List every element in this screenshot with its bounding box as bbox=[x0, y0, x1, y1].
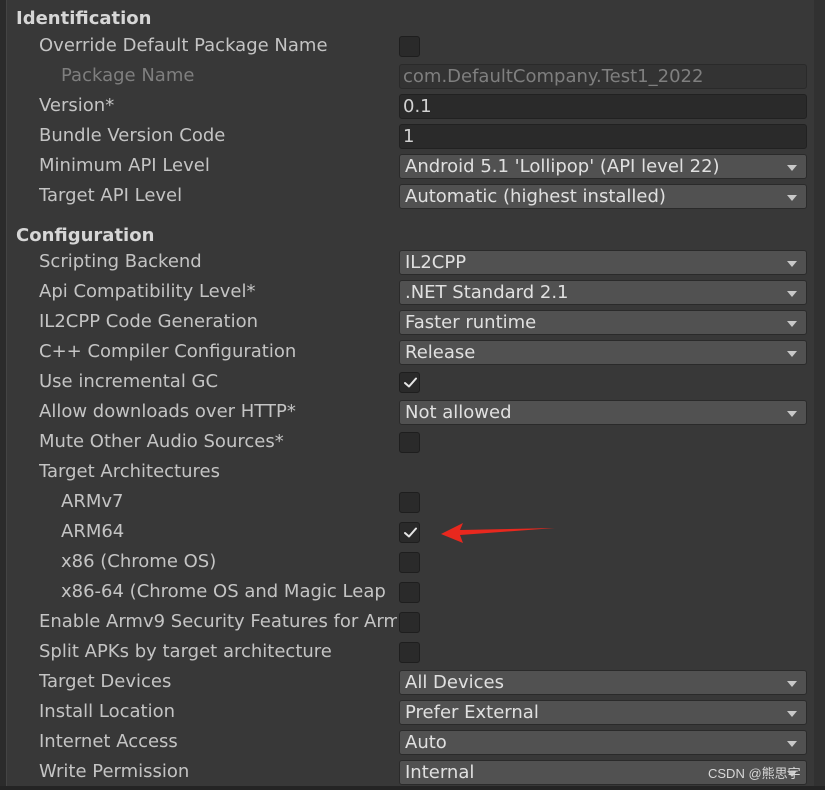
version-label: Version* bbox=[39, 95, 115, 116]
bundle-version-code-label: Bundle Version Code bbox=[39, 125, 226, 146]
split-apks-checkbox[interactable] bbox=[399, 642, 420, 663]
chevron-down-icon bbox=[787, 411, 797, 417]
internet-access-row: Internet Access Auto bbox=[0, 727, 814, 757]
identification-header[interactable]: Identification bbox=[16, 8, 152, 30]
install-location-label: Install Location bbox=[39, 701, 176, 722]
armv7-checkbox[interactable] bbox=[399, 492, 420, 513]
override-default-package-name-label: Override Default Package Name bbox=[39, 35, 328, 56]
scripting-backend-label: Scripting Backend bbox=[39, 251, 202, 272]
chevron-down-icon bbox=[787, 321, 797, 327]
target-architectures-label: Target Architectures bbox=[39, 461, 220, 482]
write-permission-row: Write Permission Internal bbox=[0, 757, 814, 787]
scripting-backend-value: IL2CPP bbox=[405, 252, 467, 273]
install-location-value: Prefer External bbox=[405, 702, 539, 723]
cpp-compiler-configuration-dropdown[interactable]: Release bbox=[399, 340, 807, 365]
allow-downloads-over-http-label: Allow downloads over HTTP* bbox=[39, 401, 296, 422]
checkmark-icon bbox=[404, 377, 417, 388]
mute-other-audio-sources-label: Mute Other Audio Sources* bbox=[39, 431, 284, 452]
arm64-row: ARM64 bbox=[0, 517, 814, 547]
scripting-backend-dropdown[interactable]: IL2CPP bbox=[399, 250, 807, 275]
use-incremental-gc-checkbox[interactable] bbox=[399, 372, 420, 393]
use-incremental-gc-label: Use incremental GC bbox=[39, 371, 219, 392]
package-name-field: com.DefaultCompany.Test1_2022 bbox=[399, 64, 807, 89]
chevron-down-icon bbox=[787, 681, 797, 687]
target-devices-label: Target Devices bbox=[39, 671, 172, 692]
version-row: Version* 0.1 bbox=[0, 91, 814, 121]
internet-access-value: Auto bbox=[405, 732, 447, 753]
internet-access-dropdown[interactable]: Auto bbox=[399, 730, 807, 755]
chevron-down-icon bbox=[787, 261, 797, 267]
scrollbar-track[interactable] bbox=[814, 0, 825, 790]
target-api-level-row: Target API Level Automatic (highest inst… bbox=[0, 181, 814, 211]
x86-64-checkbox[interactable] bbox=[399, 582, 420, 603]
x86-checkbox[interactable] bbox=[399, 552, 420, 573]
arm64-checkbox[interactable] bbox=[399, 522, 420, 543]
arm64-label: ARM64 bbox=[61, 521, 125, 542]
split-apks-label: Split APKs by target architecture bbox=[39, 641, 332, 662]
x86-64-label: x86-64 (Chrome OS and Magic Leap bbox=[61, 581, 386, 602]
api-compatibility-level-row: Api Compatibility Level* .NET Standard 2… bbox=[0, 277, 814, 307]
cpp-compiler-configuration-row: C++ Compiler Configuration Release bbox=[0, 337, 814, 367]
il2cpp-code-generation-label: IL2CPP Code Generation bbox=[39, 311, 259, 332]
use-incremental-gc-row: Use incremental GC bbox=[0, 367, 814, 397]
version-field[interactable]: 0.1 bbox=[399, 94, 807, 119]
minimum-api-level-label: Minimum API Level bbox=[39, 155, 210, 176]
chevron-down-icon bbox=[787, 195, 797, 201]
api-compatibility-level-value: .NET Standard 2.1 bbox=[405, 282, 569, 303]
target-architectures-row: Target Architectures bbox=[0, 457, 814, 487]
package-name-row: Package Name com.DefaultCompany.Test1_20… bbox=[0, 61, 814, 91]
il2cpp-code-generation-value: Faster runtime bbox=[405, 312, 537, 333]
bundle-version-code-field[interactable]: 1 bbox=[399, 124, 807, 149]
target-api-level-value: Automatic (highest installed) bbox=[405, 186, 666, 207]
configuration-header[interactable]: Configuration bbox=[16, 225, 154, 247]
x86-64-row: x86-64 (Chrome OS and Magic Leap bbox=[0, 577, 814, 607]
package-name-label: Package Name bbox=[61, 65, 195, 86]
cpp-compiler-configuration-value: Release bbox=[405, 342, 476, 363]
scripting-backend-row: Scripting Backend IL2CPP bbox=[0, 247, 814, 277]
il2cpp-code-generation-row: IL2CPP Code Generation Faster runtime bbox=[0, 307, 814, 337]
internet-access-label: Internet Access bbox=[39, 731, 178, 752]
enable-armv9-security-row: Enable Armv9 Security Features for Arm bbox=[0, 607, 814, 637]
write-permission-label: Write Permission bbox=[39, 761, 190, 782]
minimum-api-level-dropdown[interactable]: Android 5.1 'Lollipop' (API level 22) bbox=[399, 154, 807, 179]
target-devices-value: All Devices bbox=[405, 672, 504, 693]
chevron-down-icon bbox=[787, 165, 797, 171]
override-default-package-name-row: Override Default Package Name bbox=[0, 31, 814, 61]
chevron-down-icon bbox=[787, 741, 797, 747]
target-api-level-dropdown[interactable]: Automatic (highest installed) bbox=[399, 184, 807, 209]
api-compatibility-level-dropdown[interactable]: .NET Standard 2.1 bbox=[399, 280, 807, 305]
target-api-level-label: Target API Level bbox=[39, 185, 183, 206]
minimum-api-level-row: Minimum API Level Android 5.1 'Lollipop'… bbox=[0, 151, 814, 181]
enable-armv9-security-label: Enable Armv9 Security Features for Arm bbox=[39, 611, 397, 632]
override-default-package-name-checkbox[interactable] bbox=[399, 36, 420, 57]
allow-downloads-over-http-dropdown[interactable]: Not allowed bbox=[399, 400, 807, 425]
armv7-label: ARMv7 bbox=[61, 491, 124, 512]
target-devices-row: Target Devices All Devices bbox=[0, 667, 814, 697]
chevron-down-icon bbox=[787, 351, 797, 357]
mute-other-audio-sources-row: Mute Other Audio Sources* bbox=[0, 427, 814, 457]
bundle-version-code-row: Bundle Version Code 1 bbox=[0, 121, 814, 151]
enable-armv9-security-checkbox[interactable] bbox=[399, 612, 420, 633]
minimum-api-level-value: Android 5.1 'Lollipop' (API level 22) bbox=[405, 156, 720, 177]
install-location-dropdown[interactable]: Prefer External bbox=[399, 700, 807, 725]
install-location-row: Install Location Prefer External bbox=[0, 697, 814, 727]
checkmark-icon bbox=[404, 527, 417, 538]
chevron-down-icon bbox=[787, 711, 797, 717]
red-arrow-annotation-icon bbox=[441, 523, 555, 543]
cpp-compiler-configuration-label: C++ Compiler Configuration bbox=[39, 341, 297, 362]
x86-label: x86 (Chrome OS) bbox=[61, 551, 217, 572]
allow-downloads-over-http-row: Allow downloads over HTTP* Not allowed bbox=[0, 397, 814, 427]
api-compatibility-level-label: Api Compatibility Level* bbox=[39, 281, 256, 302]
mute-other-audio-sources-checkbox[interactable] bbox=[399, 432, 420, 453]
allow-downloads-over-http-value: Not allowed bbox=[405, 402, 512, 423]
x86-row: x86 (Chrome OS) bbox=[0, 547, 814, 577]
write-permission-value: Internal bbox=[405, 762, 475, 783]
watermark: CSDN @熊思宇 bbox=[708, 766, 801, 781]
armv7-row: ARMv7 bbox=[0, 487, 814, 517]
il2cpp-code-generation-dropdown[interactable]: Faster runtime bbox=[399, 310, 807, 335]
chevron-down-icon bbox=[787, 291, 797, 297]
target-devices-dropdown[interactable]: All Devices bbox=[399, 670, 807, 695]
split-apks-row: Split APKs by target architecture bbox=[0, 637, 814, 667]
